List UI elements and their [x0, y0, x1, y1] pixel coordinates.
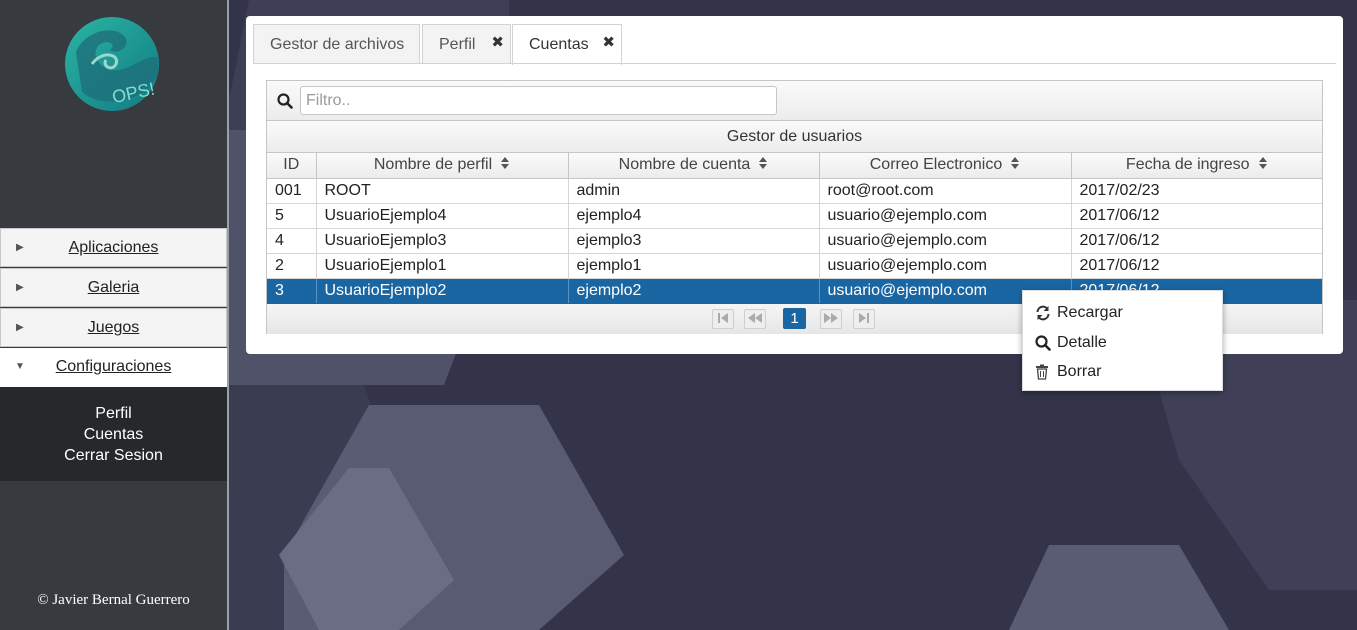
table-row[interactable]: 2 UsuarioEjemplo1 ejemplo1 usuario@ejemp…: [267, 253, 1322, 279]
cell-nombre-de-perfil: UsuarioEjemplo1: [316, 253, 569, 279]
cell-fecha: 2017/06/12: [1071, 253, 1322, 279]
cell-id: 5: [267, 203, 317, 229]
context-item-label: Detalle: [1057, 334, 1107, 351]
cell-nombre-de-cuenta: ejemplo1: [568, 253, 820, 279]
cell-nombre-de-perfil: ROOT: [316, 178, 569, 204]
copyright-footer: © Javier Bernal Guerrero: [37, 592, 190, 608]
sidebar-item-label: Aplicaciones: [68, 239, 159, 256]
sidebar-item-label: Configuraciones: [55, 358, 172, 375]
fast-forward-icon: [824, 313, 838, 323]
tab-label: Perfil: [439, 36, 476, 53]
context-item-detalle[interactable]: Detalle: [1023, 329, 1222, 357]
tab-perfil[interactable]: Perfil ✖: [422, 24, 511, 64]
submenu-configuraciones: Perfil Cuentas Cerrar Sesion: [0, 387, 227, 481]
sidebar-item-configuraciones[interactable]: ▼ Configuraciones: [0, 348, 227, 387]
previous-page-button[interactable]: [744, 309, 766, 329]
cell-nombre-de-cuenta: ejemplo4: [568, 203, 820, 229]
grid-toolbar: [267, 81, 1322, 121]
chevron-down-icon: ▼: [15, 361, 25, 372]
last-page-button[interactable]: [853, 309, 875, 329]
filter-input[interactable]: [300, 86, 777, 115]
cell-id: 3: [267, 278, 317, 304]
cell-nombre-de-cuenta: admin: [568, 178, 820, 204]
cell-nombre-de-cuenta: ejemplo3: [568, 228, 820, 254]
context-item-borrar[interactable]: Borrar: [1023, 358, 1222, 386]
sidebar-item-label: Juegos: [87, 319, 140, 336]
cell-fecha: 2017/02/23: [1071, 178, 1322, 204]
column-header-nombre-de-perfil[interactable]: Nombre de perfil: [316, 153, 569, 179]
table-header-row: ID Nombre de perfil Nombre de cuenta Cor…: [267, 153, 1322, 179]
table-row[interactable]: 4 UsuarioEjemplo3 ejemplo3 usuario@ejemp…: [267, 228, 1322, 254]
last-page-icon: [859, 313, 869, 323]
cell-nombre-de-perfil: UsuarioEjemplo4: [316, 203, 569, 229]
chevron-right-icon: ▶: [16, 242, 24, 253]
sidebar-divider: [227, 0, 229, 630]
table-row[interactable]: 5 UsuarioEjemplo4 ejemplo4 usuario@ejemp…: [267, 203, 1322, 229]
logo-icon: OPS!: [65, 17, 159, 111]
sidebar-item-label: Galeria: [87, 279, 140, 296]
sort-icon: [1258, 157, 1267, 170]
search-icon: [277, 93, 293, 109]
cell-nombre-de-cuenta: ejemplo2: [568, 278, 820, 304]
cell-correo: root@root.com: [819, 178, 1072, 204]
first-page-button[interactable]: [712, 309, 734, 329]
cell-id: 4: [267, 228, 317, 254]
submenu-item-cuentas[interactable]: Cuentas: [0, 424, 227, 445]
first-page-icon: [718, 313, 728, 323]
cell-fecha: 2017/06/12: [1071, 228, 1322, 254]
tab-label: Cuentas: [529, 36, 589, 53]
tab-cuentas[interactable]: Cuentas ✖: [512, 24, 622, 65]
current-page-button[interactable]: 1: [783, 308, 806, 329]
cell-nombre-de-perfil: UsuarioEjemplo2: [316, 278, 569, 304]
cell-correo: usuario@ejemplo.com: [819, 203, 1072, 229]
chevron-right-icon: ▶: [16, 282, 24, 293]
cell-correo: usuario@ejemplo.com: [819, 228, 1072, 254]
trash-icon: [1036, 364, 1048, 380]
grid-caption: Gestor de usuarios: [267, 121, 1322, 153]
context-item-label: Recargar: [1057, 304, 1123, 321]
column-header-correo-electronico[interactable]: Correo Electronico: [819, 153, 1072, 179]
column-header-nombre-de-cuenta[interactable]: Nombre de cuenta: [568, 153, 820, 179]
sort-icon: [759, 157, 768, 170]
submenu-item-perfil[interactable]: Perfil: [0, 403, 227, 424]
sort-icon: [501, 157, 510, 170]
tab-gestor-de-archivos[interactable]: Gestor de archivos: [253, 24, 420, 64]
search-icon: [1035, 335, 1051, 351]
column-header-id[interactable]: ID: [267, 153, 317, 179]
sidebar: OPS! ▶ Aplicaciones ▶ Galeria ▶ Juegos ▼…: [0, 0, 227, 630]
users-table: ID Nombre de perfil Nombre de cuenta Cor…: [267, 153, 1322, 304]
cell-correo: usuario@ejemplo.com: [819, 253, 1072, 279]
chevron-right-icon: ▶: [16, 322, 24, 333]
close-icon[interactable]: ✖: [602, 23, 615, 63]
context-menu: Recargar Detalle Borrar: [1022, 290, 1223, 391]
context-item-recargar[interactable]: Recargar: [1023, 299, 1222, 327]
refresh-icon: [1036, 305, 1050, 321]
rewind-icon: [748, 313, 762, 323]
column-header-fecha-de-ingreso[interactable]: Fecha de ingreso: [1071, 153, 1322, 179]
sidebar-item-galeria[interactable]: ▶ Galeria: [0, 268, 227, 307]
context-item-label: Borrar: [1057, 363, 1102, 380]
tab-label: Gestor de archivos: [270, 36, 405, 53]
cell-id: 2: [267, 253, 317, 279]
cell-id: 001: [267, 178, 317, 204]
submenu-item-cerrar-sesion[interactable]: Cerrar Sesion: [0, 445, 227, 466]
close-icon[interactable]: ✖: [491, 23, 504, 63]
cell-fecha: 2017/06/12: [1071, 203, 1322, 229]
tab-divider: [253, 63, 1336, 64]
table-row[interactable]: 001 ROOT admin root@root.com 2017/02/23: [267, 178, 1322, 204]
sort-icon: [1011, 157, 1020, 170]
sidebar-item-juegos[interactable]: ▶ Juegos: [0, 308, 227, 347]
sidebar-item-aplicaciones[interactable]: ▶ Aplicaciones: [0, 228, 227, 267]
next-page-button[interactable]: [820, 309, 842, 329]
cell-nombre-de-perfil: UsuarioEjemplo3: [316, 228, 569, 254]
